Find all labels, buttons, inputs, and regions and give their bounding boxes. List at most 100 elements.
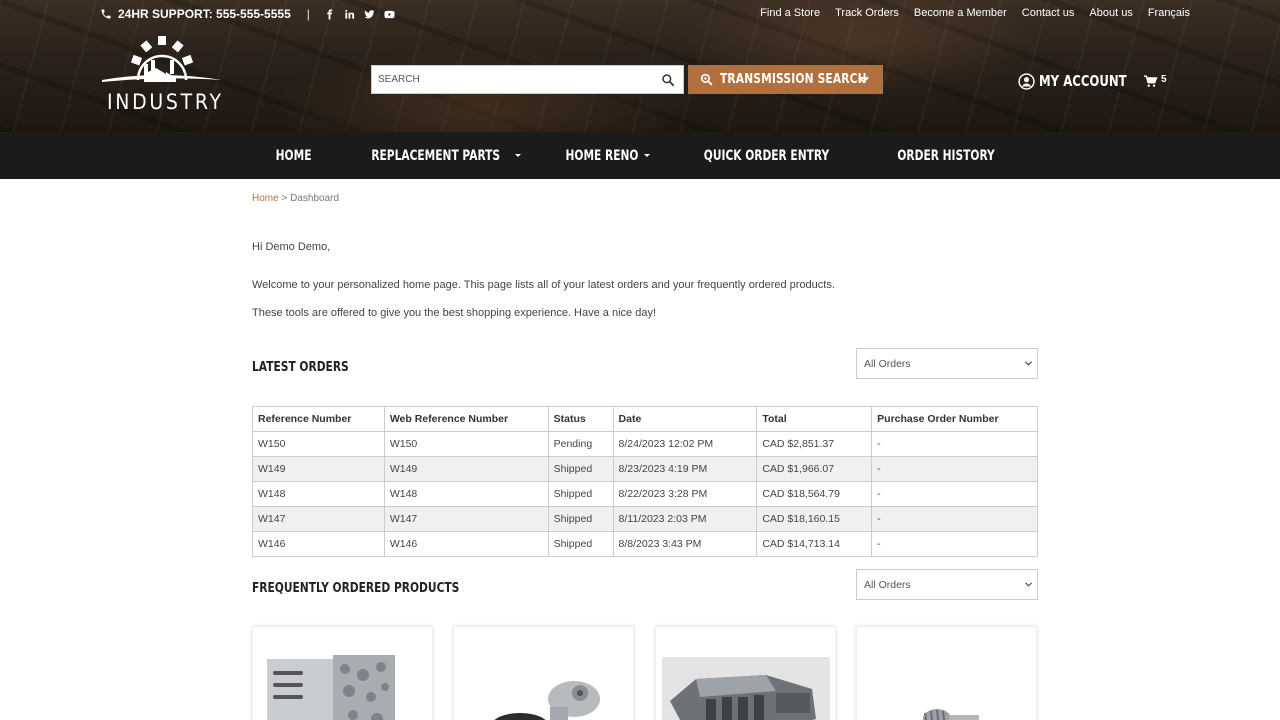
table-row[interactable]: W146 W146 Shipped 8/8/2023 3:43 PM CAD $…	[252, 531, 1038, 557]
cart-count-badge: 5	[1161, 74, 1167, 85]
po-number-cell: -	[871, 481, 1038, 507]
web-ref-cell: W150	[383, 431, 549, 457]
total-cell: CAD $2,851.37	[756, 431, 873, 457]
web-ref-cell: W146	[383, 531, 549, 557]
linkedin-icon[interactable]	[344, 9, 355, 20]
nav-item-label: REPLACEMENT PARTS	[371, 147, 501, 164]
nav-item-quick-order-entry[interactable]: QUICK ORDER ENTRY	[684, 148, 849, 164]
product-card[interactable]	[453, 626, 634, 720]
logo-text[interactable]: INDUSTRY	[107, 90, 224, 114]
product-image-gear-shaft[interactable]	[857, 627, 1037, 720]
chevron-down-icon	[1025, 582, 1032, 587]
search-bar	[371, 65, 684, 94]
language-link[interactable]: Français	[1148, 7, 1190, 19]
product-image-water-pump[interactable]	[454, 627, 634, 720]
cart-button[interactable]: 5	[1143, 74, 1167, 88]
topbar-divider: |	[306, 7, 310, 21]
search-plus-icon	[700, 73, 713, 86]
table-header-row: Reference Number Web Reference Number St…	[252, 406, 1038, 432]
breadcrumb-home-link[interactable]: Home	[252, 193, 279, 204]
order-ref-cell[interactable]: W149	[252, 456, 385, 482]
column-header[interactable]: Web Reference Number	[383, 406, 549, 432]
web-ref-cell: W147	[383, 506, 549, 532]
nav-item-label: HOME	[275, 147, 312, 164]
product-image-transmission[interactable]	[656, 627, 836, 720]
utility-links: Find a Store Track Orders Become a Membe…	[760, 7, 1190, 19]
support-phone[interactable]: 24HR SUPPORT: 555-555-5555	[118, 7, 291, 21]
nav-item-label: QUICK ORDER ENTRY	[703, 147, 829, 164]
user-circle-icon	[1018, 72, 1035, 90]
column-header[interactable]: Total	[756, 406, 873, 432]
nav-item-replacement-parts[interactable]: REPLACEMENT PARTS	[351, 147, 521, 164]
web-ref-cell: W148	[383, 481, 549, 507]
order-ref-cell[interactable]: W147	[252, 506, 385, 532]
twitter-icon[interactable]	[364, 9, 375, 20]
po-number-cell: -	[871, 431, 1038, 457]
product-cards	[252, 626, 1038, 720]
track-orders-link[interactable]: Track Orders	[835, 7, 899, 19]
table-row[interactable]: W148 W148 Shipped 8/22/2023 3:28 PM CAD …	[252, 481, 1038, 507]
status-cell: Shipped	[547, 506, 614, 532]
frequent-products-title: FREQUENTLY ORDERED PRODUCTS	[252, 581, 460, 596]
product-card[interactable]	[856, 626, 1037, 720]
nav-item-order-history[interactable]: ORDER HISTORY	[882, 148, 1010, 164]
table-row[interactable]: W150 W150 Pending 8/24/2023 12:02 PM CAD…	[252, 431, 1038, 457]
youtube-icon[interactable]	[384, 9, 395, 20]
order-ref-cell[interactable]: W150	[252, 431, 385, 457]
product-card[interactable]	[252, 626, 433, 720]
order-ref-cell[interactable]: W148	[252, 481, 385, 507]
chevron-down-icon	[1025, 361, 1032, 366]
transmission-search-label: TRANSMISSION SEARCH	[720, 72, 867, 87]
contact-link[interactable]: Contact us	[1022, 7, 1075, 19]
column-header[interactable]: Reference Number	[252, 406, 385, 432]
date-cell: 8/23/2023 4:19 PM	[612, 456, 758, 482]
column-header[interactable]: Date	[612, 406, 758, 432]
nav-item-home-reno[interactable]: HOME RENO	[554, 148, 650, 164]
my-account-link[interactable]: MY ACCOUNT	[1018, 72, 1151, 90]
breadcrumb-separator: >	[281, 193, 288, 204]
po-number-cell: -	[871, 506, 1038, 532]
caret-down-icon	[643, 154, 650, 157]
transmission-search-button[interactable]: TRANSMISSION SEARCH	[688, 65, 883, 94]
social-links	[324, 8, 395, 20]
about-link[interactable]: About us	[1089, 7, 1132, 19]
nav-item-label: ORDER HISTORY	[897, 147, 995, 164]
product-card[interactable]	[655, 626, 836, 720]
latest-orders-table: Reference Number Web Reference Number St…	[252, 406, 1038, 557]
table-row[interactable]: W147 W147 Shipped 8/11/2023 2:03 PM CAD …	[252, 506, 1038, 532]
breadcrumb-current: Dashboard	[290, 193, 340, 204]
po-number-cell: -	[871, 531, 1038, 557]
column-header[interactable]: Purchase Order Number	[871, 406, 1038, 432]
shopping-cart-icon	[1144, 75, 1158, 87]
search-input[interactable]	[372, 66, 661, 93]
site-header: 24HR SUPPORT: 555-555-5555 | Find a Stor…	[0, 0, 1280, 132]
status-cell: Shipped	[547, 481, 614, 507]
order-ref-cell[interactable]: W146	[252, 531, 385, 557]
status-cell: Shipped	[547, 531, 614, 557]
table-row[interactable]: W149 W149 Shipped 8/23/2023 4:19 PM CAD …	[252, 456, 1038, 482]
greeting-text: Hi Demo Demo,	[252, 241, 331, 253]
date-cell: 8/11/2023 2:03 PM	[612, 506, 758, 532]
latest-orders-filter-select[interactable]: All Orders	[856, 348, 1038, 379]
frequent-products-filter-value: All Orders	[864, 578, 911, 591]
status-cell: Shipped	[547, 456, 614, 482]
total-cell: CAD $18,160.15	[756, 506, 873, 532]
total-cell: CAD $18,564.79	[756, 481, 873, 507]
date-cell: 8/24/2023 12:02 PM	[612, 431, 758, 457]
column-header[interactable]: Status	[547, 406, 614, 432]
breadcrumb: Home > Dashboard	[252, 193, 339, 204]
facebook-icon[interactable]	[324, 8, 335, 20]
find-store-link[interactable]: Find a Store	[760, 7, 820, 19]
nav-item-home[interactable]: HOME	[270, 148, 317, 164]
date-cell: 8/8/2023 3:43 PM	[612, 531, 758, 557]
search-icon[interactable]	[661, 73, 675, 87]
po-number-cell: -	[871, 456, 1038, 482]
product-image-valve-body[interactable]	[253, 627, 433, 720]
my-account-label: MY ACCOUNT	[1039, 72, 1127, 90]
phone-icon	[101, 9, 111, 19]
become-member-link[interactable]: Become a Member	[914, 7, 1007, 19]
total-cell: CAD $1,966.07	[756, 456, 873, 482]
chevron-down-icon	[858, 76, 869, 84]
frequent-products-filter-select[interactable]: All Orders	[856, 569, 1038, 600]
caret-down-icon	[514, 154, 521, 157]
